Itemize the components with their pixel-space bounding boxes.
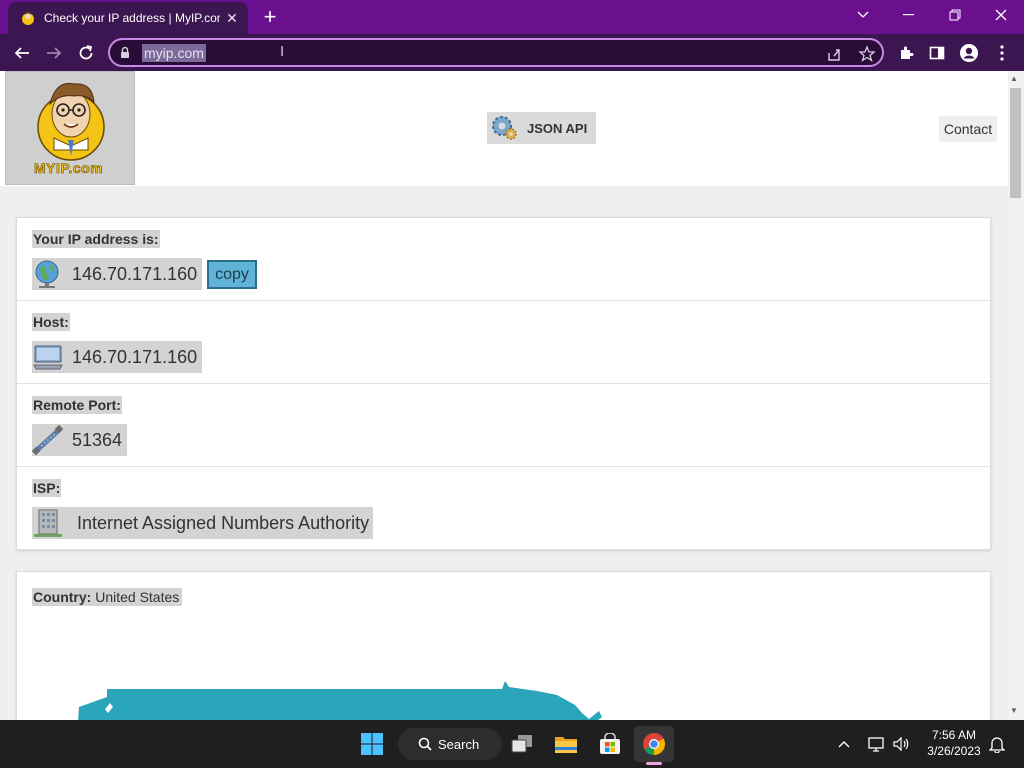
- port-label: Remote Port:: [32, 396, 122, 414]
- scroll-up-arrow-icon[interactable]: ▲: [1010, 74, 1018, 83]
- host-row: Host: 146.70.171.160: [17, 301, 990, 384]
- ip-label: Your IP address is:: [32, 230, 160, 248]
- back-button[interactable]: [8, 39, 36, 67]
- folder-icon: [555, 737, 577, 753]
- share-icon[interactable]: [826, 45, 844, 63]
- store-bag-icon: [600, 733, 620, 754]
- isp-value: Internet Assigned Numbers Authority: [77, 512, 370, 533]
- host-value-box: 146.70.171.160: [32, 341, 203, 373]
- back-arrow-icon: [14, 47, 29, 59]
- chrome-taskbar-button[interactable]: [634, 726, 674, 762]
- menu-dots-icon[interactable]: [991, 42, 1013, 64]
- us-map-image: [78, 681, 602, 720]
- extensions-icon[interactable]: [895, 42, 917, 64]
- host-label: Host:: [32, 313, 70, 331]
- scroll-thumb[interactable]: [1010, 88, 1021, 198]
- tab-title: Check your IP address | MyIP.com: [44, 11, 220, 25]
- isp-row: ISP: Internet Assigned Numbers Authority: [17, 467, 990, 550]
- country-label: Country:: [33, 589, 92, 605]
- chrome-icon: [643, 733, 665, 755]
- lock-icon[interactable]: [120, 46, 130, 59]
- search-label: Search: [438, 736, 480, 752]
- country-card: Country: United States: [16, 571, 991, 720]
- browser-tab[interactable]: Check your IP address | MyIP.com ✕: [8, 2, 248, 34]
- ip-value: 146.70.171.160: [72, 263, 198, 284]
- office-building-icon: [34, 509, 62, 537]
- network-icon[interactable]: [866, 734, 886, 754]
- task-view-icon: [511, 735, 532, 753]
- reload-icon: [79, 45, 93, 60]
- show-hidden-icons-chevron-icon[interactable]: [836, 734, 852, 754]
- copy-button[interactable]: copy: [207, 260, 257, 289]
- start-button[interactable]: [355, 726, 389, 762]
- search-icon: [418, 737, 432, 751]
- new-tab-button[interactable]: +: [258, 6, 282, 30]
- side-panel-icon[interactable]: [926, 42, 948, 64]
- address-bar[interactable]: myip.com I: [108, 38, 884, 67]
- restore-icon[interactable]: [932, 0, 978, 30]
- forward-arrow-icon: [47, 47, 62, 59]
- globe-icon: [35, 260, 59, 288]
- network-cable-icon: [32, 425, 64, 455]
- close-window-icon[interactable]: [978, 0, 1024, 30]
- ip-info-card: Your IP address is: 146.70.171.160 copy …: [16, 217, 991, 550]
- file-explorer-button[interactable]: [550, 726, 582, 762]
- country-line: Country: United States: [32, 588, 183, 606]
- bookmark-star-icon[interactable]: [858, 45, 876, 63]
- ip-value-box: 146.70.171.160: [32, 258, 203, 290]
- gear-icon: [492, 116, 517, 140]
- scroll-down-arrow-icon[interactable]: ▼: [1010, 706, 1018, 715]
- page-viewport: MYIP.com JSON API Contact Your IP addres…: [0, 71, 1008, 720]
- close-tab-icon[interactable]: ✕: [220, 10, 244, 27]
- computer-icon: [33, 345, 63, 370]
- country-value: United States: [95, 589, 180, 605]
- volume-icon[interactable]: [890, 734, 912, 754]
- port-value: 51364: [72, 429, 123, 450]
- host-value: 146.70.171.160: [72, 346, 198, 367]
- windows-logo-icon: [361, 733, 383, 755]
- port-value-box: 51364: [32, 424, 128, 456]
- myip-favicon-icon: [22, 11, 34, 25]
- json-api-link[interactable]: JSON API: [487, 112, 596, 144]
- text-cursor-icon: I: [280, 43, 285, 60]
- url-text[interactable]: myip.com: [142, 44, 206, 62]
- taskbar-search[interactable]: Search: [398, 728, 502, 760]
- json-api-label: JSON API: [527, 120, 588, 136]
- contact-link[interactable]: Contact: [939, 116, 997, 142]
- port-row: Remote Port: 51364: [17, 384, 990, 467]
- clock-time: 7:56 AM: [931, 728, 977, 742]
- isp-value-box: Internet Assigned Numbers Authority: [32, 507, 374, 539]
- logo-text: MYIP.com: [34, 160, 104, 177]
- notification-bell-icon[interactable]: [987, 734, 1007, 754]
- microsoft-store-button[interactable]: [594, 726, 626, 762]
- profile-icon[interactable]: [958, 42, 980, 64]
- tab-search-icon[interactable]: [840, 0, 886, 30]
- myip-logo[interactable]: MYIP.com: [5, 71, 135, 185]
- minimize-icon[interactable]: [886, 0, 932, 30]
- ip-row: Your IP address is: 146.70.171.160 copy: [17, 218, 990, 301]
- isp-label: ISP:: [32, 479, 62, 497]
- windows-taskbar: Search 7:56 AM 3/26/2023: [0, 720, 1024, 768]
- task-view-button[interactable]: [506, 726, 538, 762]
- active-app-indicator: [646, 762, 662, 765]
- taskbar-clock[interactable]: 7:56 AM 3/26/2023: [920, 727, 988, 759]
- forward-button[interactable]: [40, 39, 68, 67]
- cartoon-mascot-icon: [37, 82, 105, 161]
- browser-tab-strip: Check your IP address | MyIP.com ✕ +: [0, 0, 1024, 34]
- clock-date: 3/26/2023: [927, 744, 981, 758]
- site-header: MYIP.com JSON API Contact: [0, 71, 1008, 186]
- browser-toolbar: myip.com I: [0, 34, 1024, 71]
- reload-button[interactable]: [72, 39, 100, 67]
